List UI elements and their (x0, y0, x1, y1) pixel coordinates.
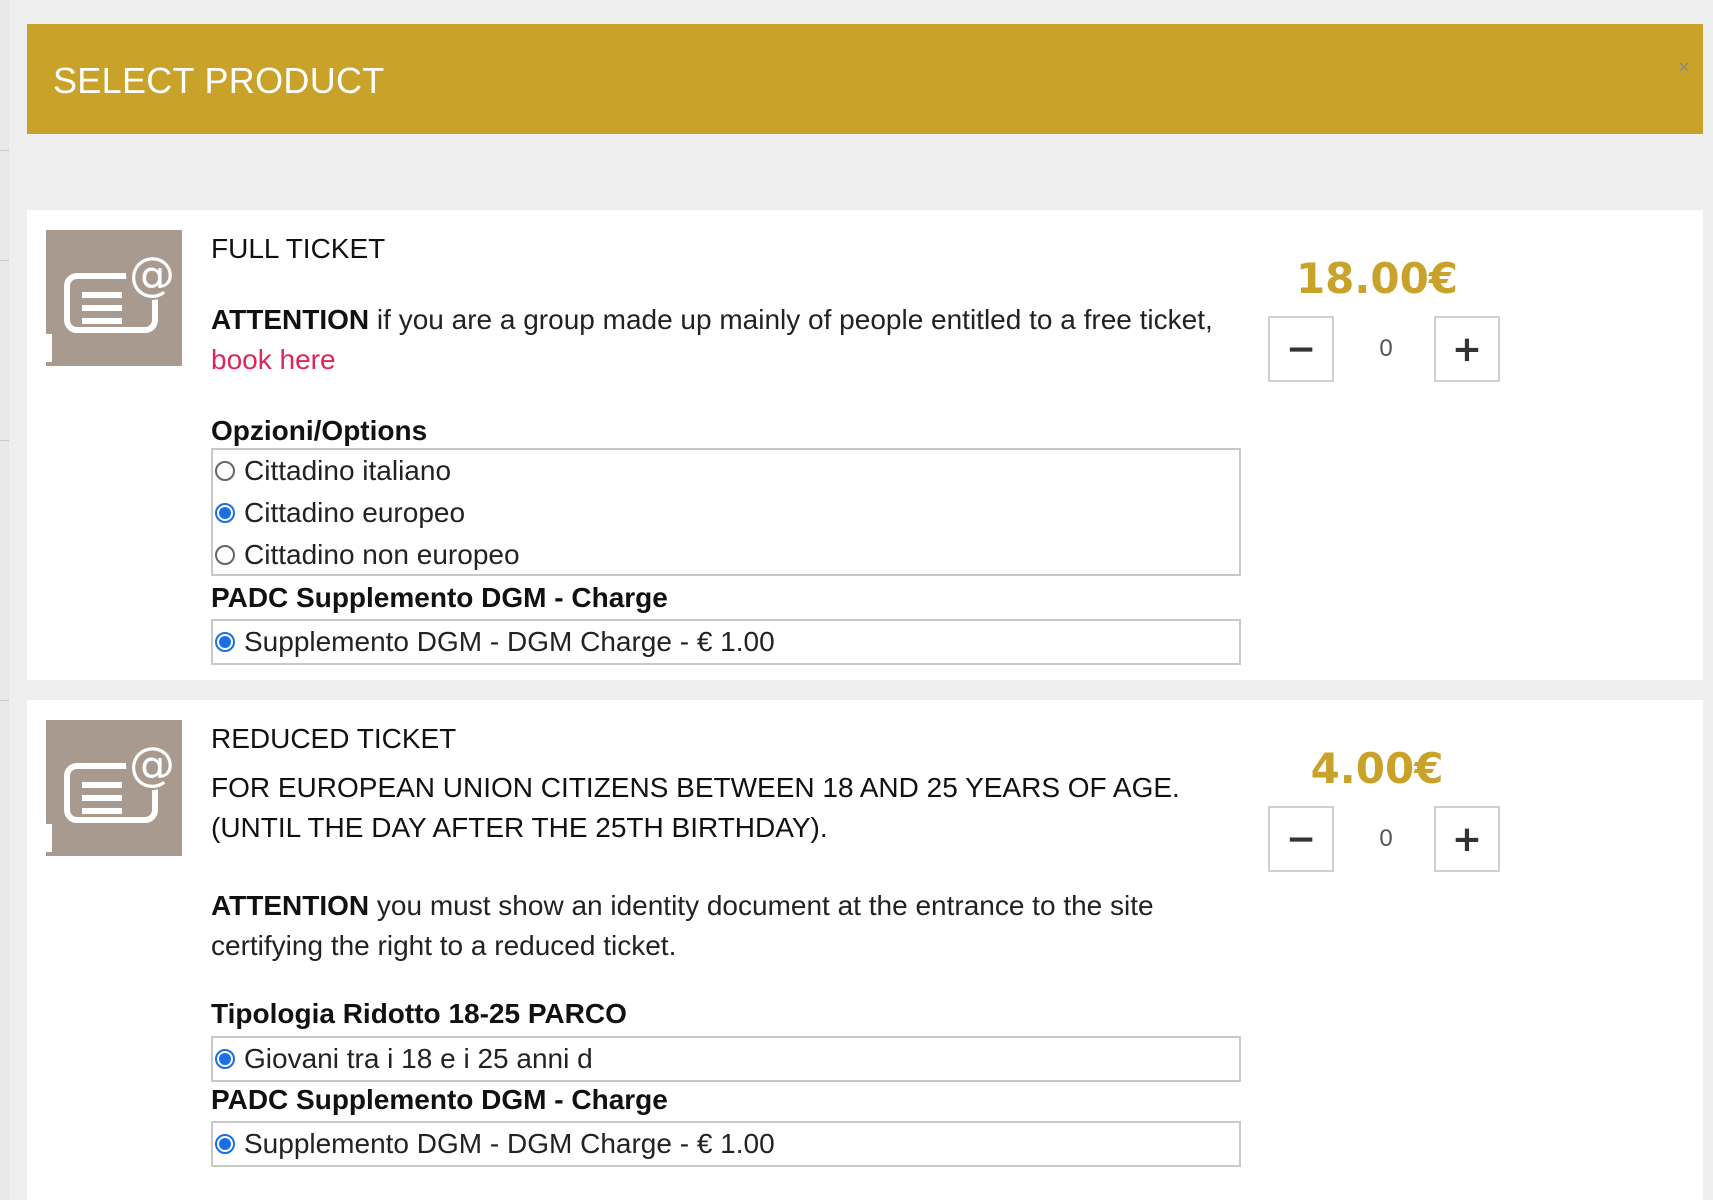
attention-note: ATTENTION if you are a group made up mai… (211, 300, 1251, 380)
quantity-value[interactable]: 0 (1348, 806, 1424, 872)
product-card-reduced-ticket: @ REDUCED TICKET FOR EUROPEAN UNION CITI… (27, 700, 1703, 1200)
book-here-link[interactable]: book here (211, 344, 336, 375)
radio-button[interactable] (215, 545, 235, 565)
radio-button-selected[interactable] (215, 1134, 235, 1154)
radio-option-label: Cittadino italiano (244, 455, 452, 486)
radio-button-selected[interactable] (215, 503, 235, 523)
product-description: FOR EUROPEAN UNION CITIZENS BETWEEN 18 A… (211, 772, 1180, 843)
radio-button-selected[interactable] (215, 632, 235, 652)
radio-option-giovani-18-25[interactable]: Giovani tra i 18 e i 25 anni d (213, 1038, 1239, 1080)
quantity-stepper: − 0 + (1268, 806, 1508, 876)
reduced-type-group-label: Tipologia Ridotto 18-25 PARCO (211, 998, 627, 1029)
email-at-icon: @ (46, 720, 182, 856)
close-icon[interactable]: × (1677, 59, 1691, 75)
radio-option-label: Supplemento DGM - DGM Charge - € 1.00 (244, 626, 775, 657)
attention-note: ATTENTION you must show an identity docu… (211, 886, 1251, 966)
radio-option-cittadino-italiano[interactable]: Cittadino italiano (213, 450, 1239, 492)
select-product-modal: SELECT PRODUCT × @ FULL TICKET ATTENTION… (9, 0, 1713, 1200)
radio-option-label: Cittadino non europeo (244, 539, 520, 570)
product-title: FULL TICKET (211, 233, 386, 264)
charge-group-label: PADC Supplemento DGM - Charge (211, 1084, 668, 1115)
radio-option-dgm-charge[interactable]: Supplemento DGM - DGM Charge - € 1.00 (213, 1123, 1239, 1165)
radio-option-label: Supplemento DGM - DGM Charge - € 1.00 (244, 1128, 775, 1159)
email-at-icon: @ (46, 230, 182, 366)
radio-option-cittadino-europeo[interactable]: Cittadino europeo (213, 492, 1239, 534)
charge-radio-group: Supplemento DGM - DGM Charge - € 1.00 (211, 619, 1241, 665)
product-title: REDUCED TICKET (211, 723, 457, 754)
decrease-quantity-button[interactable]: − (1268, 806, 1334, 872)
decrease-quantity-button[interactable]: − (1268, 316, 1334, 382)
attention-label: ATTENTION (211, 890, 370, 921)
attention-text: if you are a group made up mainly of peo… (369, 304, 1213, 335)
increase-quantity-button[interactable]: + (1434, 806, 1500, 872)
charge-radio-group: Supplemento DGM - DGM Charge - € 1.00 (211, 1121, 1241, 1167)
quantity-value[interactable]: 0 (1348, 316, 1424, 382)
charge-group-label: PADC Supplemento DGM - Charge (211, 582, 668, 613)
modal-title: SELECT PRODUCT (53, 60, 385, 101)
product-price: 18.00€ (1295, 254, 1459, 303)
radio-option-dgm-charge[interactable]: Supplemento DGM - DGM Charge - € 1.00 (213, 621, 1239, 663)
radio-button-selected[interactable] (215, 1049, 235, 1069)
product-price: 4.00€ (1310, 744, 1444, 793)
increase-quantity-button[interactable]: + (1434, 316, 1500, 382)
radio-option-cittadino-non-europeo[interactable]: Cittadino non europeo (213, 534, 1239, 576)
svg-text:@: @ (129, 737, 175, 791)
product-card-full-ticket: @ FULL TICKET ATTENTION if you are a gro… (27, 210, 1703, 680)
radio-option-label: Giovani tra i 18 e i 25 anni d (244, 1043, 593, 1074)
attention-label: ATTENTION (211, 304, 370, 335)
options-radio-group: Cittadino italiano Cittadino europeo Cit… (211, 448, 1241, 576)
reduced-type-radio-group: Giovani tra i 18 e i 25 anni d (211, 1036, 1241, 1082)
svg-text:@: @ (129, 247, 175, 301)
radio-option-label: Cittadino europeo (244, 497, 466, 528)
radio-button[interactable] (215, 461, 235, 481)
modal-header: SELECT PRODUCT × (27, 24, 1703, 134)
quantity-stepper: − 0 + (1268, 316, 1508, 386)
options-group-label: Opzioni/Options (211, 415, 428, 446)
